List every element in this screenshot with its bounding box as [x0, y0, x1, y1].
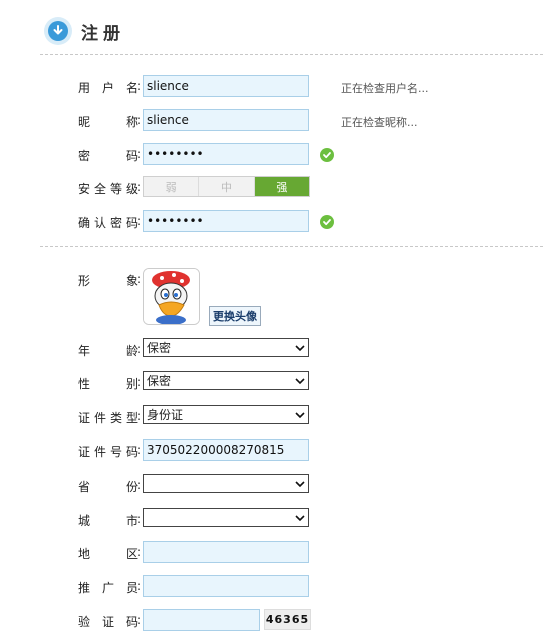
city-select[interactable] [143, 508, 309, 527]
captcha-input[interactable] [143, 609, 260, 631]
check-icon [320, 148, 334, 162]
chevron-down-icon [295, 514, 305, 521]
download-circle-icon [44, 17, 72, 45]
password-label: 密码 [78, 149, 138, 163]
gender-row: 性别 : 保密 [0, 371, 543, 395]
strength-strong: 强 [254, 177, 309, 196]
city-row: 城市 : [0, 508, 543, 532]
id-number-row: 证件号码 : [0, 439, 543, 463]
chevron-down-icon [295, 377, 305, 384]
captcha-image[interactable]: 46365 [264, 609, 311, 630]
nickname-input[interactable] [143, 109, 309, 131]
age-label: 年龄 [78, 344, 138, 358]
id-type-select[interactable]: 身份证 [143, 405, 309, 424]
divider [40, 54, 543, 55]
gender-label: 性别 [78, 377, 138, 391]
username-input[interactable] [143, 75, 309, 97]
strength-medium: 中 [199, 177, 255, 196]
referrer-row: 推广员 : [0, 575, 543, 599]
password-strength-meter: 弱 中 强 [143, 176, 310, 197]
strength-row: 安全等级 : 弱 中 强 [0, 176, 543, 200]
city-label: 城市 [78, 514, 138, 528]
chevron-down-icon [295, 344, 305, 351]
password-input[interactable] [143, 143, 309, 165]
id-number-label: 证件号码 [78, 445, 138, 459]
province-select[interactable] [143, 474, 309, 493]
avatar-row: 形象 : [78, 272, 142, 288]
nickname-label: 昵称 [78, 115, 138, 129]
username-hint: 正在检查用户名... [341, 82, 429, 95]
id-number-input[interactable] [143, 439, 309, 461]
district-label: 地区 [78, 547, 138, 561]
avatar-label: 形象 [78, 274, 138, 288]
confirm-password-input[interactable] [143, 210, 309, 232]
strength-weak: 弱 [144, 177, 200, 196]
page-title: 注册 [81, 23, 125, 44]
password-row: 密码 : [0, 143, 543, 167]
age-select[interactable]: 保密 [143, 338, 309, 357]
id-type-row: 证件类型 : 身份证 [0, 405, 543, 429]
id-type-select-value: 身份证 [147, 408, 184, 422]
divider [40, 246, 543, 247]
avatar [143, 268, 200, 325]
captcha-label: 验证码 [78, 615, 138, 629]
district-row: 地区 : [0, 541, 543, 565]
province-label: 省份 [78, 480, 138, 494]
chevron-down-icon [295, 480, 305, 487]
username-label: 用户名 [78, 81, 138, 95]
id-type-label: 证件类型 [78, 411, 138, 425]
referrer-label: 推广员 [78, 581, 138, 595]
confirm-password-label: 确认密码 [78, 216, 138, 230]
age-row: 年龄 : 保密 [0, 338, 543, 362]
change-avatar-button[interactable]: 更换头像 [209, 306, 261, 326]
nickname-hint: 正在检查昵称... [341, 116, 418, 129]
strength-label: 安全等级 [78, 182, 138, 196]
gender-select-value: 保密 [147, 374, 172, 388]
check-icon [320, 215, 334, 229]
age-select-value: 保密 [147, 341, 172, 355]
province-row: 省份 : [0, 474, 543, 498]
gender-select[interactable]: 保密 [143, 371, 309, 390]
page-header: 注册 [44, 17, 125, 45]
district-input[interactable] [143, 541, 309, 563]
chevron-down-icon [295, 411, 305, 418]
nickname-row: 昵称 : 正在检查昵称... [0, 109, 543, 133]
referrer-input[interactable] [143, 575, 309, 597]
confirm-password-row: 确认密码 : [0, 210, 543, 234]
username-row: 用户名 : 正在检查用户名... [0, 75, 543, 99]
